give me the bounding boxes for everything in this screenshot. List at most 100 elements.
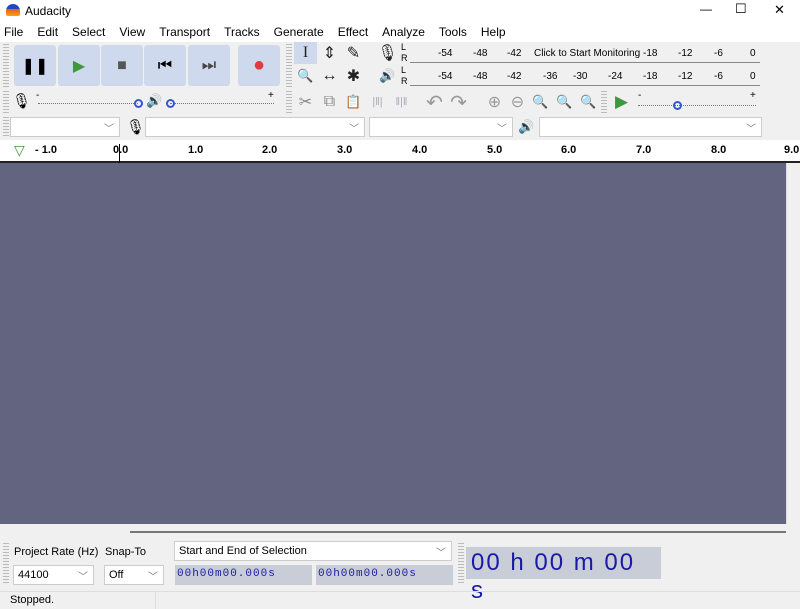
chevron-down-icon: ﹀: [104, 124, 114, 135]
menu-file[interactable]: File: [4, 25, 23, 39]
audio-position-display[interactable]: 00 h 00 m 00 s: [466, 547, 661, 604]
window-title: Audacity: [25, 4, 72, 18]
silence-audio-button[interactable]: ‖|‖: [390, 91, 413, 113]
meter-tick: -36: [543, 71, 558, 82]
multi-tool[interactable]: ✱: [342, 65, 365, 87]
track-area[interactable]: [0, 163, 786, 524]
stop-button[interactable]: ■: [101, 45, 143, 86]
chevron-down-icon: ﹀: [349, 124, 359, 135]
audio-host-select[interactable]: ﹀: [10, 117, 120, 137]
playback-volume-slider[interactable]: [170, 103, 274, 104]
zoom-out-button[interactable]: ⊖: [506, 91, 529, 113]
meter-tick: 0: [750, 71, 756, 82]
timeline-ruler[interactable]: ▽ - 1.0 0.0 1.0 2.0 3.0 4.0 5.0 6.0 7.0 …: [0, 140, 800, 163]
ruler-tick: 1.0: [188, 144, 204, 156]
selection-tool[interactable]: I: [294, 42, 317, 64]
meter-tick: -48: [473, 48, 488, 59]
draw-tool[interactable]: ✎: [342, 42, 365, 64]
recording-channels-select[interactable]: ﹀: [369, 117, 513, 137]
mic-icon: 🎙: [126, 119, 146, 136]
title-bar: Audacity — ☐ ✕: [0, 0, 800, 22]
play-speed-slider[interactable]: [638, 105, 756, 106]
menu-view[interactable]: View: [119, 25, 145, 39]
tools-grip[interactable]: [286, 44, 292, 88]
menu-tools[interactable]: Tools: [439, 25, 467, 39]
meter-tick: -18: [643, 71, 658, 82]
project-rate-value: 44100: [18, 569, 49, 581]
envelope-tool[interactable]: ⇕: [318, 42, 341, 64]
app-logo-icon: [6, 4, 20, 16]
edit-grip[interactable]: [286, 91, 292, 113]
menu-help[interactable]: Help: [481, 25, 506, 39]
trim-audio-button[interactable]: |‖|: [366, 91, 389, 113]
close-button[interactable]: ✕: [774, 2, 785, 18]
timeline-options-triangle-icon[interactable]: ▽: [14, 142, 25, 159]
pause-button[interactable]: ❚❚: [14, 45, 56, 86]
meter-left-label: L: [401, 65, 407, 75]
ruler-tick: 7.0: [636, 144, 652, 156]
undo-button[interactable]: ↶: [423, 91, 446, 114]
skip-to-end-button[interactable]: ⏭: [188, 45, 230, 86]
speed-slider-min: -: [638, 90, 642, 101]
record-meter-mic-icon[interactable]: 🎙: [376, 42, 399, 64]
recording-meter[interactable]: -54 -48 -42 Click to Start Monitoring -1…: [410, 43, 760, 63]
minimize-button[interactable]: —: [700, 2, 712, 16]
play-at-speed-grip[interactable]: [601, 91, 607, 113]
toolbar-grip[interactable]: [3, 44, 9, 88]
recording-volume-slider[interactable]: [38, 103, 138, 104]
cut-button[interactable]: ✂: [294, 91, 317, 113]
play-speed-thumb[interactable]: [673, 101, 682, 110]
chevron-down-icon: ﹀: [78, 572, 88, 583]
meter-tick: -12: [678, 71, 693, 82]
horizontal-scrollbar[interactable]: [130, 531, 786, 533]
skip-to-start-button[interactable]: ⏮: [144, 45, 186, 86]
time-shift-tool[interactable]: ↔: [318, 65, 341, 87]
speaker-icon: 🔊: [518, 119, 535, 134]
menu-analyze[interactable]: Analyze: [382, 25, 425, 39]
playback-device-select[interactable]: ﹀: [539, 117, 762, 137]
copy-button[interactable]: ⧉: [318, 91, 341, 113]
playback-meter[interactable]: -54 -48 -42 -36 -30 -24 -18 -12 -6 0: [410, 66, 760, 86]
fit-project-button[interactable]: 🔍: [553, 91, 576, 113]
menu-tracks[interactable]: Tracks: [224, 25, 260, 39]
playback-volume-thumb[interactable]: [166, 99, 175, 108]
menu-edit[interactable]: Edit: [37, 25, 58, 39]
zoom-in-button[interactable]: ⊕: [483, 91, 506, 113]
zoom-tool[interactable]: 🔍: [294, 65, 317, 87]
selection-end-time[interactable]: 00h00m00.000s: [316, 565, 453, 585]
maximize-button[interactable]: ☐: [735, 1, 747, 17]
menu-effect[interactable]: Effect: [338, 25, 368, 39]
meter-tick: -18: [643, 48, 658, 59]
snap-to-label: Snap-To: [105, 546, 146, 558]
paste-button[interactable]: 📋: [342, 91, 365, 113]
recording-device-select[interactable]: ﹀: [145, 117, 365, 137]
selection-grip[interactable]: [3, 543, 9, 585]
zoom-toggle-button[interactable]: 🔍: [577, 91, 600, 113]
vertical-scrollbar[interactable]: [786, 163, 800, 524]
playhead[interactable]: [119, 144, 120, 163]
menu-select[interactable]: Select: [72, 25, 105, 39]
menu-transport[interactable]: Transport: [159, 25, 210, 39]
play-button[interactable]: ▶: [58, 45, 100, 86]
chevron-down-icon: ﹀: [497, 124, 507, 135]
selection-mode-select[interactable]: Start and End of Selection ﹀: [174, 541, 452, 561]
meter-tick: -42: [507, 71, 522, 82]
play-at-speed-button[interactable]: ▶: [610, 91, 633, 113]
redo-button[interactable]: ↷: [447, 91, 470, 114]
record-button[interactable]: ●: [238, 45, 280, 86]
project-rate-select[interactable]: 44100 ﹀: [13, 565, 94, 585]
time-grip[interactable]: [458, 543, 464, 585]
playback-meter-speaker-icon[interactable]: 🔊: [376, 65, 399, 87]
fit-selection-button[interactable]: 🔍: [529, 91, 552, 113]
selection-mode-value: Start and End of Selection: [179, 545, 307, 557]
recording-volume-thumb[interactable]: [134, 99, 143, 108]
meter-tick: -54: [438, 71, 453, 82]
selection-start-time[interactable]: 00h00m00.000s: [175, 565, 312, 585]
snap-to-select[interactable]: Off ﹀: [104, 565, 164, 585]
click-to-start-monitoring[interactable]: Click to Start Monitoring: [534, 48, 640, 59]
device-grip[interactable]: [3, 117, 9, 137]
menu-generate[interactable]: Generate: [274, 25, 324, 39]
ruler-tick: 3.0: [337, 144, 353, 156]
mixer-grip[interactable]: [3, 91, 9, 113]
meter-right-label: R: [401, 53, 408, 63]
